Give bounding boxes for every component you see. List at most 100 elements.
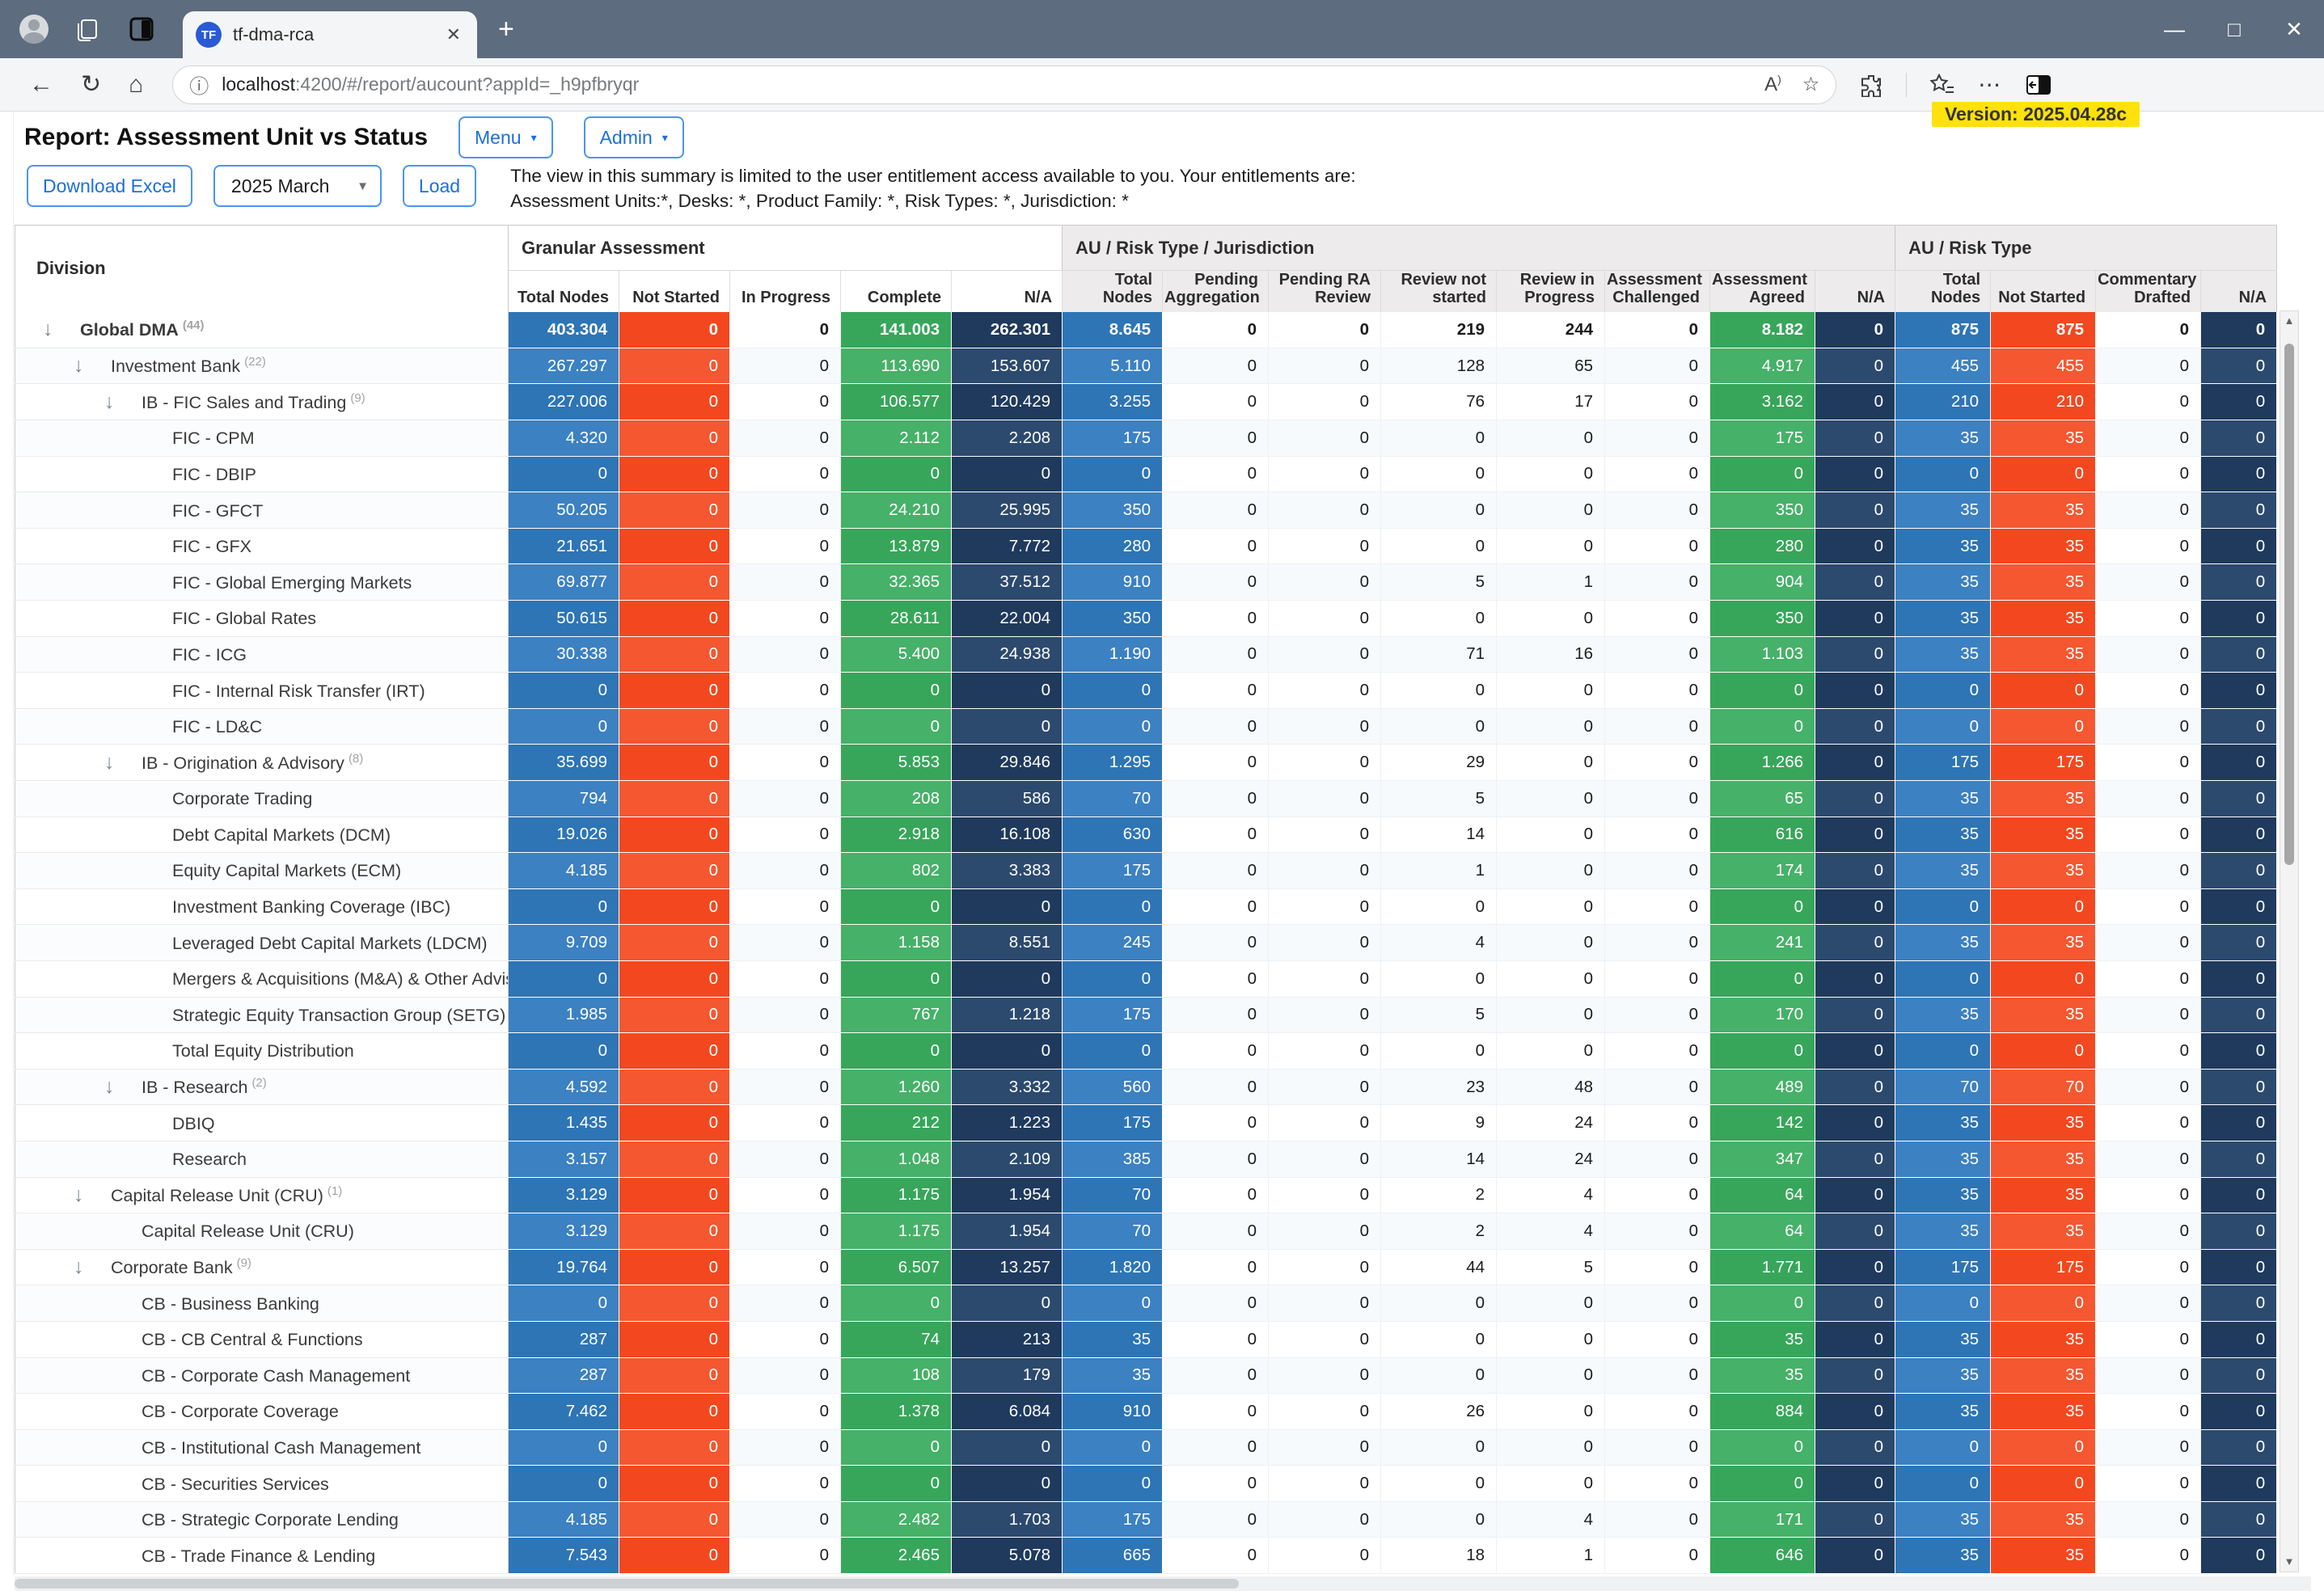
admin-button[interactable]: Admin▾ <box>584 116 684 158</box>
value-cell: 0 <box>1269 997 1381 1033</box>
value-cell: 29.846 <box>952 745 1063 781</box>
tab-close-icon[interactable]: ✕ <box>442 24 466 45</box>
workspaces-icon[interactable] <box>74 15 102 43</box>
column-header[interactable]: Total Nodes <box>1063 271 1163 312</box>
settings-more-icon[interactable]: ⋯ <box>1978 71 2002 98</box>
download-excel-button[interactable]: Download Excel <box>27 165 192 207</box>
value-cell: 0 <box>619 348 730 384</box>
horizontal-scroll-thumb[interactable] <box>15 1579 1239 1589</box>
menu-button[interactable]: Menu▾ <box>458 116 553 158</box>
value-cell: 0 <box>2096 564 2201 601</box>
value-cell: 0 <box>952 1285 1063 1322</box>
value-cell: 0 <box>730 1466 841 1502</box>
value-cell: 0 <box>1815 708 1895 745</box>
collections-icon[interactable] <box>1929 73 1955 97</box>
back-icon[interactable]: ← <box>29 73 53 97</box>
site-info-icon[interactable]: ⓘ <box>189 70 209 99</box>
close-button[interactable]: ✕ <box>2264 0 2324 58</box>
column-header[interactable]: Complete <box>841 271 952 312</box>
minimize-button[interactable]: — <box>2144 0 2204 58</box>
value-cell: 0 <box>1497 925 1605 961</box>
value-cell: 0 <box>619 1357 730 1394</box>
expand-arrow-icon[interactable]: ↓ <box>74 1184 111 1207</box>
value-cell: 0 <box>1163 384 1269 420</box>
expand-arrow-icon[interactable]: ↓ <box>74 354 111 378</box>
value-cell: 0 <box>1710 888 1815 925</box>
home-icon[interactable]: ⌂ <box>129 73 143 97</box>
column-header[interactable]: In Progress <box>730 271 841 312</box>
address-bar[interactable]: ⓘ localhost:4200/#/report/aucount?appId=… <box>172 65 1836 104</box>
tab-actions-icon[interactable] <box>128 15 155 43</box>
value-cell: 0 <box>730 745 841 781</box>
division-cell: ↓FIC - GFCT <box>15 492 509 529</box>
expand-arrow-icon[interactable]: ↓ <box>104 390 142 414</box>
column-header[interactable]: Review in Progress <box>1497 271 1605 312</box>
value-cell: 0 <box>2201 312 2277 348</box>
column-header[interactable]: N/A <box>952 271 1063 312</box>
extensions-icon[interactable] <box>1859 73 1883 97</box>
browser-tab[interactable]: TF tf-dma-rca ✕ <box>183 11 477 58</box>
scroll-up-icon[interactable]: ▲ <box>2280 311 2298 331</box>
table-row: ↓CB - Business Banking00000000000000000 <box>15 1285 2277 1322</box>
column-header[interactable]: N/A <box>2201 271 2277 312</box>
column-header[interactable]: Review not started <box>1381 271 1497 312</box>
division-cell: ↓CB - Trade Finance & Lending <box>15 1538 509 1574</box>
division-column-header[interactable]: Division <box>15 226 509 312</box>
value-cell: 30.338 <box>509 636 619 673</box>
new-tab-button[interactable]: + <box>498 15 514 43</box>
value-cell: 0 <box>1895 1429 1991 1466</box>
column-header[interactable]: Pending RA Review <box>1269 271 1381 312</box>
value-cell: 1 <box>1497 1538 1605 1574</box>
load-button[interactable]: Load <box>403 165 476 207</box>
value-cell: 802 <box>841 853 952 889</box>
vertical-scrollbar[interactable]: ▲ ▼ <box>2280 310 2299 1572</box>
sidebar-icon[interactable] <box>2025 73 2052 97</box>
column-header[interactable]: N/A <box>1815 271 1895 312</box>
division-label: Corporate Trading <box>172 789 312 808</box>
expand-arrow-icon[interactable]: ↓ <box>43 318 80 341</box>
value-cell: 0 <box>2201 1069 2277 1105</box>
column-header[interactable]: Total Nodes <box>509 271 619 312</box>
value-cell: 245 <box>1063 925 1163 961</box>
value-cell: 0 <box>1605 1538 1710 1574</box>
value-cell: 0 <box>2096 348 2201 384</box>
expand-arrow-icon[interactable]: ↓ <box>74 1255 111 1279</box>
entitlements-text: The view in this summary is limited to t… <box>510 163 1356 213</box>
period-select[interactable]: 2025 March▼ <box>213 165 382 207</box>
expand-arrow-icon[interactable]: ↓ <box>104 1075 142 1099</box>
chevron-down-icon: ▾ <box>531 131 537 145</box>
division-cell: ↓CB - Strategic Corporate Lending <box>15 1501 509 1538</box>
favorite-star-icon[interactable]: ☆ <box>1802 73 1820 96</box>
value-cell: 0 <box>1269 925 1381 961</box>
value-cell: 403.304 <box>509 312 619 348</box>
column-header[interactable]: Not Started <box>1991 271 2096 312</box>
column-header[interactable]: Assessment Challenged <box>1605 271 1710 312</box>
value-cell: 0 <box>730 420 841 457</box>
value-cell: 0 <box>619 1285 730 1322</box>
column-header[interactable]: Commentary Drafted <box>2096 271 2201 312</box>
value-cell: 280 <box>1710 528 1815 564</box>
value-cell: 8.182 <box>1710 312 1815 348</box>
refresh-icon[interactable]: ↻ <box>81 73 101 97</box>
read-aloud-icon[interactable]: A) <box>1764 73 1781 96</box>
value-cell: 0 <box>1497 673 1605 709</box>
column-header[interactable]: Not Started <box>619 271 730 312</box>
value-cell: 35 <box>1991 1538 2096 1574</box>
column-header[interactable]: Pending Aggregation <box>1163 271 1269 312</box>
column-header[interactable]: Assessment Agreed <box>1710 271 1815 312</box>
value-cell: 0 <box>1269 1105 1381 1141</box>
value-cell: 0 <box>1269 456 1381 492</box>
maximize-button[interactable]: □ <box>2204 0 2264 58</box>
value-cell: 0 <box>1815 1141 1895 1177</box>
value-cell: 0 <box>730 312 841 348</box>
value-cell: 0 <box>1163 816 1269 853</box>
value-cell: 0 <box>509 888 619 925</box>
expand-arrow-icon[interactable]: ↓ <box>104 751 142 774</box>
column-header[interactable]: Total Nodes <box>1895 271 1991 312</box>
vertical-scroll-thumb[interactable] <box>2284 344 2294 865</box>
horizontal-scrollbar[interactable] <box>15 1576 2311 1591</box>
profile-avatar[interactable] <box>19 15 49 44</box>
value-cell: 0 <box>1815 636 1895 673</box>
value-cell: 0 <box>1269 1501 1381 1538</box>
scroll-down-icon[interactable]: ▼ <box>2280 1552 2298 1572</box>
